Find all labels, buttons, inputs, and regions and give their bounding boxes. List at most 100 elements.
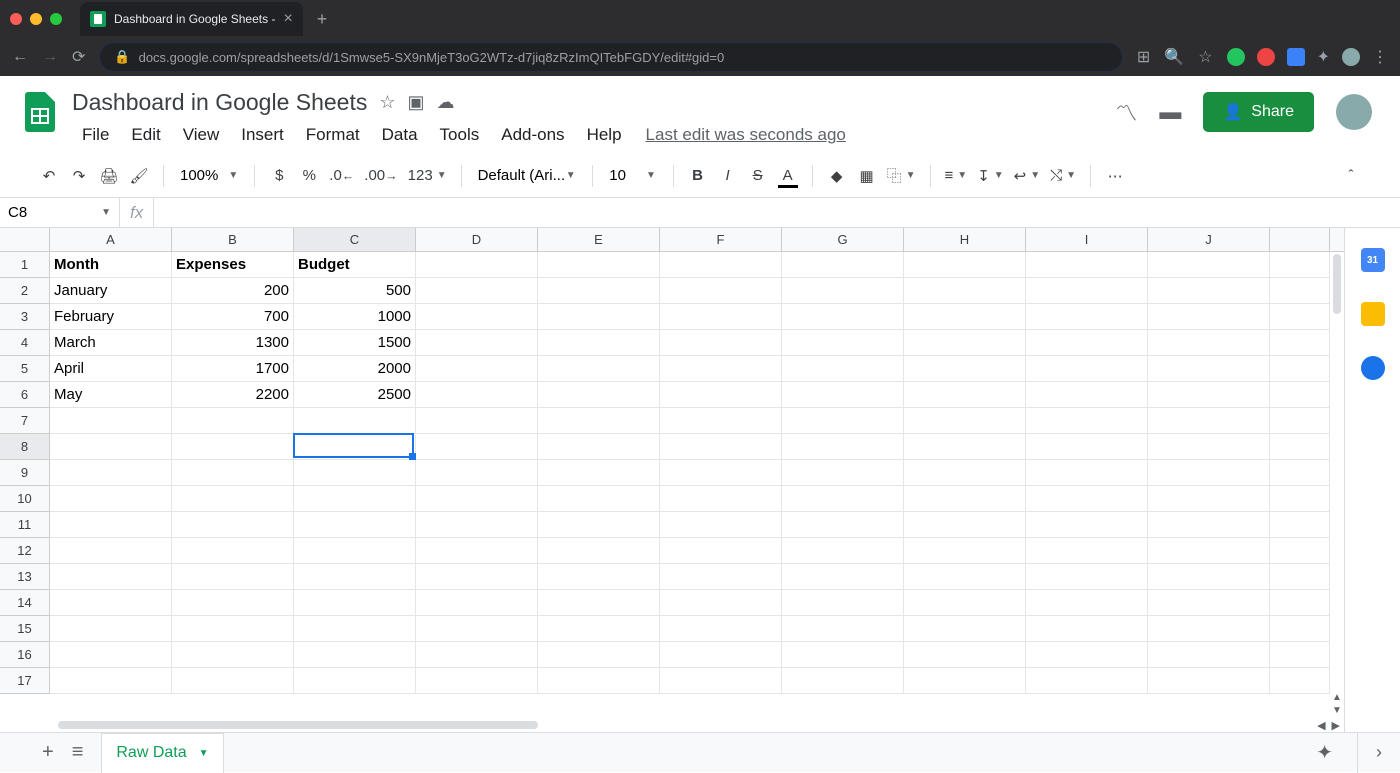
cell[interactable] — [660, 538, 782, 564]
cell[interactable] — [904, 486, 1026, 512]
cell[interactable]: 2000 — [294, 356, 416, 382]
cell[interactable] — [294, 408, 416, 434]
menu-addons[interactable]: Add-ons — [491, 123, 574, 147]
cell[interactable] — [294, 486, 416, 512]
cell[interactable] — [1270, 356, 1330, 382]
extension-blue-icon[interactable] — [1287, 48, 1305, 66]
cell[interactable] — [904, 356, 1026, 382]
cell[interactable] — [1026, 538, 1148, 564]
cell[interactable] — [1026, 330, 1148, 356]
cell[interactable]: February — [50, 304, 172, 330]
cell[interactable] — [782, 590, 904, 616]
cell[interactable] — [1270, 642, 1330, 668]
sheet-tab-raw-data[interactable]: Raw Data ▼ — [101, 733, 223, 773]
row-header[interactable]: 13 — [0, 564, 50, 590]
cell[interactable]: May — [50, 382, 172, 408]
cell[interactable] — [1026, 356, 1148, 382]
cell[interactable] — [660, 408, 782, 434]
cell[interactable] — [172, 564, 294, 590]
cell[interactable]: 2200 — [172, 382, 294, 408]
merge-button[interactable]: ⿻▼ — [883, 162, 920, 190]
column-header[interactable]: G — [782, 228, 904, 251]
cell[interactable] — [904, 460, 1026, 486]
cell[interactable] — [538, 434, 660, 460]
cell[interactable] — [782, 460, 904, 486]
cell[interactable] — [1026, 486, 1148, 512]
cell[interactable] — [1026, 434, 1148, 460]
cell[interactable] — [660, 512, 782, 538]
cell[interactable] — [538, 330, 660, 356]
cell[interactable] — [1148, 330, 1270, 356]
calendar-icon[interactable] — [1361, 248, 1385, 272]
cell[interactable] — [1270, 512, 1330, 538]
cell[interactable] — [294, 434, 416, 460]
cell[interactable] — [1026, 278, 1148, 304]
cell[interactable] — [904, 330, 1026, 356]
bookmark-star-icon[interactable]: ☆ — [1198, 47, 1212, 67]
cell[interactable] — [1270, 434, 1330, 460]
cell[interactable] — [538, 512, 660, 538]
cell[interactable] — [172, 486, 294, 512]
cell[interactable] — [1026, 564, 1148, 590]
v-align-button[interactable]: ↧▼ — [973, 162, 1007, 190]
row-header[interactable]: 9 — [0, 460, 50, 486]
cell[interactable] — [172, 408, 294, 434]
cell[interactable] — [1270, 590, 1330, 616]
cell[interactable] — [1026, 590, 1148, 616]
cell[interactable] — [294, 668, 416, 694]
cell[interactable]: 200 — [172, 278, 294, 304]
font-size-dropdown[interactable]: 10 ▼ — [603, 167, 663, 184]
vertical-scrollbar[interactable]: ▲ ▼ — [1330, 252, 1344, 718]
cell[interactable] — [538, 616, 660, 642]
cell[interactable] — [172, 512, 294, 538]
cell[interactable] — [294, 564, 416, 590]
row-header[interactable]: 2 — [0, 278, 50, 304]
cell[interactable] — [294, 616, 416, 642]
cell[interactable] — [1148, 538, 1270, 564]
cell[interactable] — [1148, 278, 1270, 304]
cell[interactable] — [538, 668, 660, 694]
cell[interactable] — [782, 278, 904, 304]
more-formats-dropdown[interactable]: 123▼ — [404, 162, 451, 190]
cell[interactable] — [782, 538, 904, 564]
cell[interactable] — [416, 408, 538, 434]
column-header[interactable] — [1270, 228, 1330, 251]
browser-tab[interactable]: Dashboard in Google Sheets - × — [80, 2, 303, 36]
cell[interactable] — [416, 278, 538, 304]
cell[interactable] — [1148, 590, 1270, 616]
cell[interactable] — [782, 382, 904, 408]
cell[interactable] — [50, 434, 172, 460]
currency-button[interactable]: $ — [265, 162, 293, 190]
cell[interactable] — [904, 642, 1026, 668]
row-header[interactable]: 3 — [0, 304, 50, 330]
side-panel-toggle[interactable]: › — [1357, 733, 1400, 773]
row-header[interactable]: 14 — [0, 590, 50, 616]
cell[interactable] — [1148, 252, 1270, 278]
cell[interactable] — [416, 616, 538, 642]
cell[interactable] — [660, 616, 782, 642]
row-header[interactable]: 4 — [0, 330, 50, 356]
cell[interactable]: 700 — [172, 304, 294, 330]
cell[interactable] — [1026, 304, 1148, 330]
cell[interactable] — [782, 330, 904, 356]
cell[interactable] — [904, 382, 1026, 408]
cell[interactable] — [782, 434, 904, 460]
cell[interactable] — [782, 564, 904, 590]
cell[interactable] — [660, 590, 782, 616]
column-header[interactable]: D — [416, 228, 538, 251]
cell[interactable] — [904, 616, 1026, 642]
column-header[interactable]: A — [50, 228, 172, 251]
cell[interactable] — [660, 460, 782, 486]
cell[interactable] — [1270, 278, 1330, 304]
name-box[interactable]: C8 ▼ — [0, 198, 120, 227]
cell[interactable] — [782, 512, 904, 538]
keep-icon[interactable] — [1361, 302, 1385, 326]
cell[interactable] — [782, 616, 904, 642]
move-button[interactable]: ▣ — [408, 92, 425, 113]
cell[interactable] — [1148, 460, 1270, 486]
borders-button[interactable]: ▦ — [853, 162, 881, 190]
cell[interactable] — [50, 460, 172, 486]
cell[interactable] — [50, 486, 172, 512]
print-button[interactable]: 🖨 — [95, 162, 123, 190]
menu-insert[interactable]: Insert — [231, 123, 294, 147]
